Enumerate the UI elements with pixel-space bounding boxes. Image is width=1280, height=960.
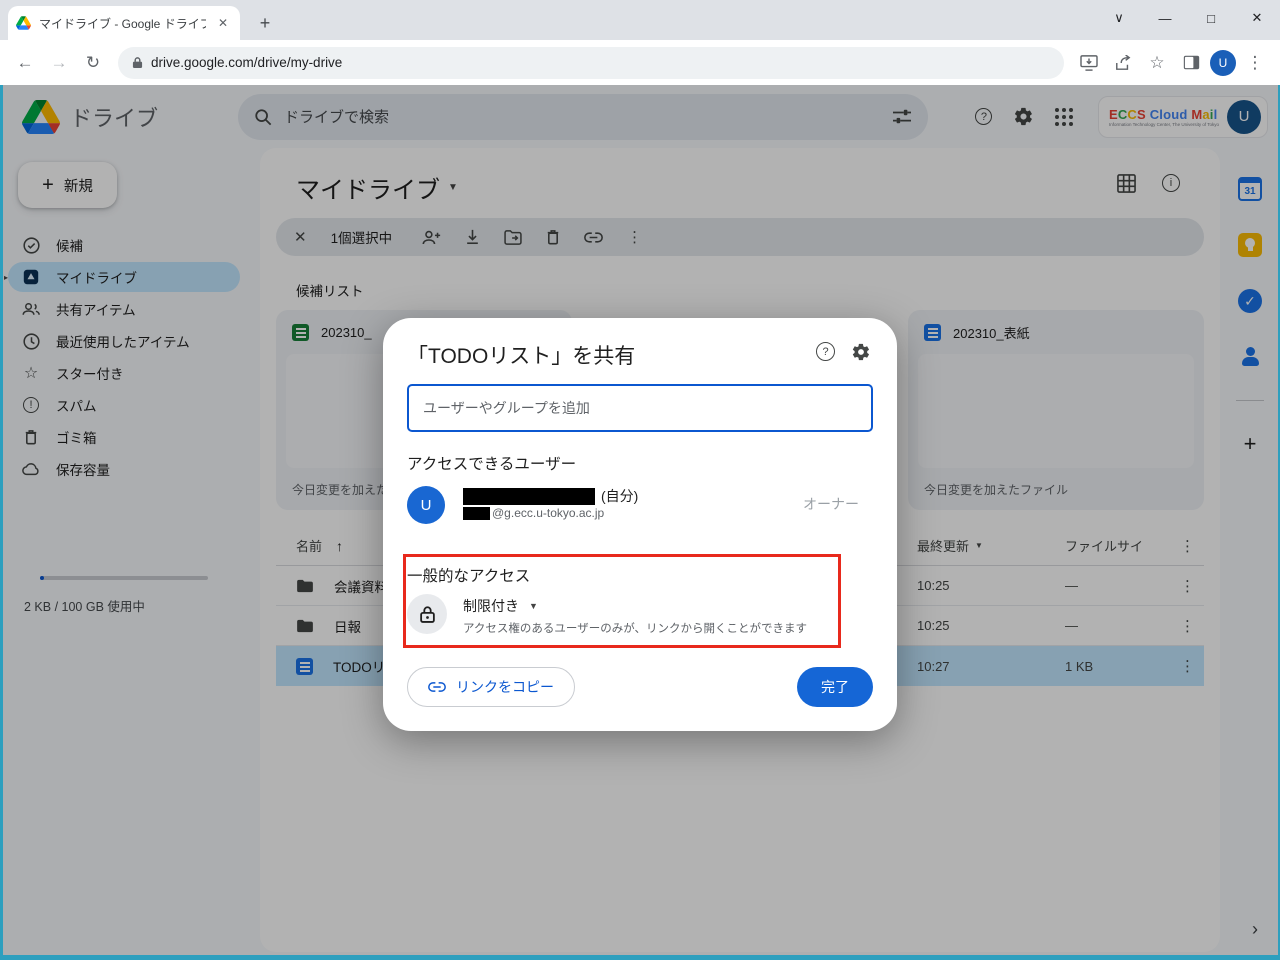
maximize-button[interactable]: □ — [1188, 0, 1234, 36]
access-level-dropdown[interactable]: 制限付き ▼ — [463, 596, 538, 616]
drive-favicon — [16, 16, 31, 30]
redacted-owner-name — [463, 488, 595, 505]
share-icon[interactable] — [1108, 48, 1138, 78]
owner-email-suffix: @g.ecc.u-tokyo.ac.jp — [492, 506, 604, 520]
side-panel-icon[interactable] — [1176, 48, 1206, 78]
chevron-down-icon: ▼ — [529, 601, 538, 611]
url-text: drive.google.com/drive/my-drive — [151, 55, 342, 70]
close-window-button[interactable]: ✕ — [1234, 0, 1280, 36]
owner-avatar: U — [407, 486, 445, 524]
browser-profile-avatar[interactable]: U — [1210, 50, 1236, 76]
owner-role-label: オーナー — [803, 494, 859, 514]
browser-menu-icon[interactable]: ⋮ — [1240, 48, 1270, 78]
capture-border-bottom — [0, 955, 1280, 960]
share-help-icon[interactable]: ? — [816, 342, 835, 361]
lock-icon — [407, 594, 447, 634]
link-icon — [428, 682, 446, 692]
minimize-button[interactable]: — — [1142, 0, 1188, 36]
copy-link-label: リンクをコピー — [456, 677, 554, 697]
share-dialog: 「TODOリスト」を共有 ? アクセスできるユーザー U (自分) @g.ecc… — [383, 318, 897, 731]
install-app-icon[interactable] — [1074, 48, 1104, 78]
back-button[interactable]: ← — [10, 48, 40, 78]
access-level-description: アクセス権のあるユーザーのみが、リンクから開くことができます — [463, 620, 807, 636]
done-button[interactable]: 完了 — [797, 667, 873, 707]
share-dialog-title: 「TODOリスト」を共有 — [407, 340, 635, 370]
tab-title: マイドライブ - Google ドライブ — [39, 15, 206, 32]
browser-titlebar: マイドライブ - Google ドライブ ✕ + ∨ — □ ✕ — [0, 0, 1280, 40]
browser-toolbar: ← → ↻ drive.google.com/drive/my-drive ☆ … — [0, 40, 1280, 85]
redacted-email-prefix — [463, 507, 490, 520]
general-access-heading: 一般的なアクセス — [407, 564, 530, 586]
copy-link-button[interactable]: リンクをコピー — [407, 667, 575, 707]
bookmark-star-icon[interactable]: ☆ — [1142, 48, 1172, 78]
owner-self-label: (自分) — [601, 486, 638, 506]
add-people-input[interactable] — [407, 384, 873, 432]
address-bar[interactable]: drive.google.com/drive/my-drive — [118, 47, 1064, 79]
new-tab-button[interactable]: + — [252, 10, 278, 36]
reload-button[interactable]: ↻ — [78, 48, 108, 78]
browser-tab[interactable]: マイドライブ - Google ドライブ ✕ — [8, 6, 240, 40]
access-level-label: 制限付き — [463, 596, 519, 616]
owner-list-item: U (自分) @g.ecc.u-tokyo.ac.jp オーナー — [407, 484, 873, 526]
share-settings-gear-icon[interactable] — [851, 342, 871, 362]
tab-close-icon[interactable]: ✕ — [214, 16, 232, 30]
tab-search-icon[interactable]: ∨ — [1096, 0, 1142, 36]
site-security-lock-icon — [132, 56, 143, 69]
forward-button[interactable]: → — [44, 48, 74, 78]
capture-border-left — [0, 85, 3, 960]
people-with-access-heading: アクセスできるユーザー — [407, 452, 576, 474]
